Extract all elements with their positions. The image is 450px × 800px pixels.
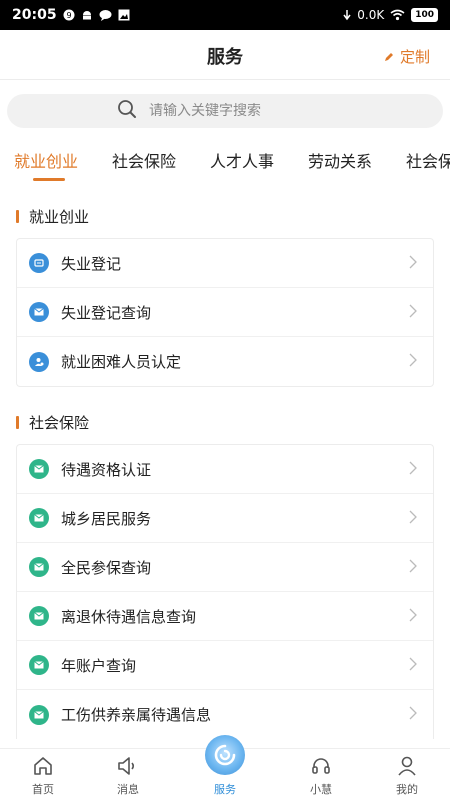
list-item[interactable]: 失业登记查询 — [17, 288, 433, 337]
chevron-right-icon — [409, 460, 417, 479]
chevron-right-icon — [409, 509, 417, 528]
tab-social-insurance[interactable]: 社会保险 — [112, 148, 176, 172]
chevron-right-icon — [409, 607, 417, 626]
mail-icon — [29, 508, 49, 528]
nav-messages[interactable]: 消息 — [83, 749, 173, 800]
chevron-right-icon — [409, 254, 417, 273]
item-label: 就业困难人员认定 — [61, 353, 182, 371]
download-arrow-icon — [343, 9, 351, 21]
tab-employment[interactable]: 就业创业 — [14, 148, 78, 172]
category-tabs: 就业创业 社会保险 人才人事 劳动关系 社会保 — [0, 138, 450, 182]
nav-label: 服务 — [214, 783, 236, 796]
item-label: 失业登记查询 — [61, 303, 152, 322]
customize-label: 定制 — [399, 48, 430, 66]
nav-label: 消息 — [117, 783, 139, 796]
search-bar[interactable] — [7, 94, 443, 128]
section-title-text: 就业创业 — [29, 208, 90, 226]
list-item[interactable]: 待遇资格认证 — [17, 445, 433, 494]
person-icon — [29, 351, 49, 372]
chevron-right-icon — [409, 705, 417, 724]
section-marker — [16, 416, 19, 429]
mail-icon — [29, 302, 49, 322]
status-time: 20:05 — [12, 7, 57, 23]
home-icon — [32, 754, 54, 778]
item-label: 工伤供养亲属待遇信息 — [61, 706, 212, 724]
list-item[interactable]: 失业登记 — [17, 239, 433, 288]
id-card-icon — [29, 253, 49, 273]
headset-icon — [310, 754, 332, 778]
wifi-icon — [390, 9, 405, 21]
list-item[interactable]: 工伤供养亲属待遇信息 — [17, 690, 433, 739]
active-tab-indicator — [33, 178, 65, 181]
search-input[interactable] — [149, 103, 409, 119]
list-item[interactable]: 城乡居民服务 — [17, 494, 433, 543]
network-speed: 0.0K — [357, 8, 385, 22]
employment-service-list: 失业登记 失业登记查询 就业困难人员认定 — [16, 238, 434, 387]
section-title-employment: 就业创业 — [16, 206, 89, 227]
mail-icon — [29, 459, 49, 479]
list-item[interactable]: 全民参保查询 — [17, 543, 433, 592]
item-label: 失业登记 — [61, 254, 122, 273]
nav-assistant[interactable]: 小慧 — [276, 749, 366, 800]
item-label: 待遇资格认证 — [61, 460, 152, 479]
mail-icon — [29, 704, 49, 725]
section-title-text: 社会保险 — [29, 414, 90, 432]
user-icon — [396, 754, 418, 778]
item-label: 城乡居民服务 — [61, 509, 152, 528]
nav-label: 小慧 — [310, 783, 332, 796]
tab-labor-relations[interactable]: 劳动关系 — [308, 148, 372, 172]
nav-label: 首页 — [32, 783, 54, 796]
image-icon — [118, 9, 130, 21]
item-label: 年账户查询 — [61, 656, 137, 675]
list-item[interactable]: 就业困难人员认定 — [17, 337, 433, 386]
svg-text:9: 9 — [66, 11, 71, 20]
status-bar: 20:05 9 0.0K 100 — [0, 0, 450, 30]
battery-level: 100 — [411, 8, 438, 22]
pencil-icon — [384, 48, 394, 66]
section-marker — [16, 210, 19, 223]
search-icon — [117, 99, 137, 123]
mail-icon — [29, 606, 49, 626]
chat-icon — [99, 9, 112, 21]
nav-label: 我的 — [396, 783, 418, 796]
social-insurance-service-list: 待遇资格认证 城乡居民服务 全民参保查询 离退休待遇信息查询 年账户查询 工伤供… — [16, 444, 434, 739]
chevron-right-icon — [409, 352, 417, 371]
item-label: 全民参保查询 — [61, 558, 152, 577]
tab-talent-personnel[interactable]: 人才人事 — [210, 148, 274, 172]
speaker-icon — [116, 754, 140, 778]
nav-profile[interactable]: 我的 — [362, 749, 450, 800]
section-title-social-insurance: 社会保险 — [16, 412, 89, 433]
service-icon[interactable] — [205, 735, 245, 775]
customize-button[interactable]: 定制 — [384, 46, 430, 67]
nav-home[interactable]: 首页 — [0, 749, 88, 800]
chevron-right-icon — [409, 656, 417, 675]
mail-icon — [29, 557, 49, 577]
mail-icon — [29, 655, 49, 675]
chevron-right-icon — [409, 303, 417, 322]
tab-social-insurance-more[interactable]: 社会保 — [406, 148, 450, 172]
page-title: 服务 — [207, 47, 243, 68]
item-label: 离退休待遇信息查询 — [61, 607, 197, 626]
chevron-right-icon — [409, 558, 417, 577]
list-item[interactable]: 年账户查询 — [17, 641, 433, 690]
list-item[interactable]: 离退休待遇信息查询 — [17, 592, 433, 641]
app-header: 服务 定制 — [0, 30, 450, 80]
android-icon — [81, 9, 93, 21]
notification-badge-icon: 9 — [63, 9, 75, 21]
